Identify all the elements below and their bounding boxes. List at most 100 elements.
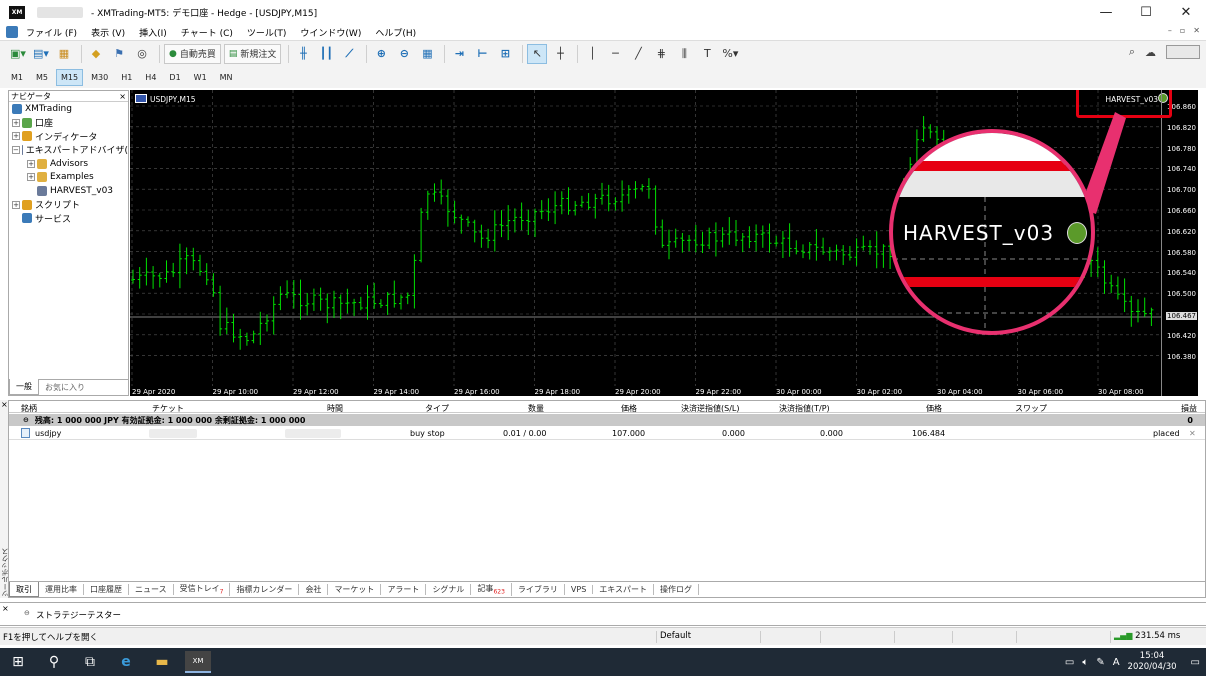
tester-close-button[interactable]: × [2, 604, 9, 613]
ime-indicator[interactable]: A [1113, 657, 1120, 668]
nav-item-examples[interactable]: + Examples [9, 170, 128, 184]
notification-icon[interactable]: ▭ [1191, 657, 1200, 668]
toolbox-tab[interactable]: 口座履歴 [84, 584, 129, 595]
toolbox-tab[interactable]: VPS [565, 585, 594, 594]
collapse-icon[interactable]: − [12, 145, 20, 154]
col-symbol[interactable]: 銘柄 [21, 403, 37, 414]
windows-start-icon[interactable]: ⊞ [0, 648, 36, 676]
menu-help[interactable]: ヘルプ(H) [375, 26, 416, 39]
fibonacci-icon[interactable]: ⋕ [651, 44, 671, 64]
vertical-line-icon[interactable]: │ [582, 44, 602, 64]
tf-h1[interactable]: H1 [116, 69, 137, 86]
maximize-button[interactable]: ☐ [1126, 0, 1166, 24]
bar-chart-icon[interactable]: ╫ [293, 44, 313, 64]
profiles-icon[interactable]: ▤▾ [31, 44, 51, 64]
tile-windows-icon[interactable]: ▦ [417, 44, 437, 64]
search-icon[interactable]: ⚲ [36, 648, 72, 676]
toolbox-tab[interactable]: 会社 [299, 584, 329, 595]
candlestick-icon[interactable]: ┃┃ [316, 44, 336, 64]
chat-icon[interactable]: ☁ [1145, 46, 1156, 59]
mdi-minimize-icon[interactable]: – [1168, 26, 1172, 35]
trend-line-icon[interactable]: ╱ [628, 44, 648, 64]
mdi-close-icon[interactable]: ✕ [1193, 26, 1200, 35]
pen-icon[interactable]: ✎ [1096, 657, 1104, 668]
order-close-icon[interactable]: ✕ [1189, 429, 1196, 438]
tf-mn[interactable]: MN [215, 69, 238, 86]
toolbox-tab[interactable]: 受信トレイ7 [174, 583, 231, 596]
menu-view[interactable]: 表示 (V) [91, 26, 125, 39]
indicators-icon[interactable]: ⊞ [495, 44, 515, 64]
shapes-menu-icon[interactable]: %▾ [720, 44, 740, 64]
horizontal-line-icon[interactable]: ─ [605, 44, 625, 64]
col-cur-price[interactable]: 価格 [926, 403, 942, 414]
toolbox-tab[interactable]: ニュース [129, 584, 174, 595]
col-price[interactable]: 価格 [621, 403, 637, 414]
zoom-in-icon[interactable]: ⊕ [371, 44, 391, 64]
menu-insert[interactable]: 挿入(I) [139, 26, 167, 39]
col-swap[interactable]: スワップ [1015, 403, 1047, 414]
expand-icon[interactable]: + [27, 159, 35, 168]
edge-browser-icon[interactable]: e [108, 648, 144, 676]
status-profile[interactable]: Default [656, 631, 760, 643]
col-sl[interactable]: 決済逆指値(S/L) [681, 403, 739, 414]
cursor-icon[interactable]: ↖ [527, 43, 548, 64]
nav-item-harvest[interactable]: HARVEST_v03 [9, 184, 128, 198]
tf-m30[interactable]: M30 [86, 69, 113, 86]
toolbox-tab[interactable]: マーケット [328, 584, 382, 595]
search-icon[interactable]: ⌕ [1129, 45, 1135, 59]
balance-collapse-icon[interactable]: ⊖ [23, 416, 29, 424]
toolbox-tab[interactable]: シグナル [426, 584, 472, 595]
file-explorer-icon[interactable]: ▬ [144, 648, 180, 676]
autoscroll-icon[interactable]: ⇥ [449, 44, 469, 64]
tf-d1[interactable]: D1 [164, 69, 185, 86]
navigator-icon[interactable]: ⚑ [109, 44, 129, 64]
toolbox-tab[interactable]: 操作ログ [654, 584, 700, 595]
text-icon[interactable]: T [697, 44, 717, 64]
tf-m5[interactable]: M5 [31, 69, 53, 86]
mdi-app-icon[interactable] [6, 26, 18, 38]
tf-m15[interactable]: M15 [56, 68, 84, 86]
auto-trading-button[interactable]: ● 自動売買 [164, 43, 221, 64]
tf-h4[interactable]: H4 [140, 69, 161, 86]
data-window-icon[interactable]: ◆ [86, 44, 106, 64]
zoom-out-icon[interactable]: ⊖ [394, 44, 414, 64]
fibo-fan-icon[interactable]: ⫼ [674, 44, 694, 64]
taskbar-clock[interactable]: 15:04 2020/04/30 [1128, 651, 1177, 673]
col-volume[interactable]: 数量 [528, 403, 544, 414]
network-icon[interactable]: ▭ [1065, 657, 1074, 668]
line-chart-icon[interactable]: ⟋ [339, 44, 359, 64]
nav-tab-general[interactable]: 一般 [9, 379, 39, 395]
chart-shift-icon[interactable]: ⊢ [472, 44, 492, 64]
nav-item-services[interactable]: サービス [9, 212, 128, 226]
menu-tools[interactable]: ツール(T) [247, 26, 287, 39]
task-view-icon[interactable]: ⧉ [72, 648, 108, 676]
col-profit[interactable]: 損益 [1181, 403, 1197, 414]
nav-item-expert-advisors[interactable]: − エキスパートアドバイザ( [9, 143, 128, 157]
toolbox-tab[interactable]: 記事623 [471, 583, 512, 596]
minimize-button[interactable]: — [1086, 0, 1126, 24]
col-ticket[interactable]: チケット [152, 403, 184, 414]
expand-icon[interactable]: + [12, 132, 20, 141]
nav-tab-favorites[interactable]: お気に入り [39, 380, 91, 395]
toolbox-tab[interactable]: エキスパート [593, 584, 655, 595]
menu-file[interactable]: ファイル (F) [26, 26, 77, 39]
tester-label[interactable]: ストラテジーテスター [36, 609, 121, 621]
volume-icon[interactable]: 🔈︎ [1082, 657, 1088, 668]
chart-window[interactable]: USDJPY,M15 HARVEST_v03 106.860 106.820 106… [130, 90, 1198, 396]
crosshair-icon[interactable]: ┼ [550, 44, 570, 64]
order-row[interactable]: usdjpy buy stop 0.01 / 0.00 107.000 0.00… [9, 427, 1205, 440]
expand-icon[interactable]: + [12, 118, 20, 127]
navigator-close-button[interactable]: × [119, 92, 126, 101]
nav-item-indicators[interactable]: + インディケータ [9, 129, 128, 143]
nav-item-xmtrading[interactable]: XMTrading [9, 102, 128, 116]
market-watch-icon[interactable]: ▦ [54, 44, 74, 64]
nav-item-accounts[interactable]: + 口座 [9, 116, 128, 130]
tf-m1[interactable]: M1 [6, 69, 28, 86]
col-tp[interactable]: 決済指値(T/P) [779, 403, 830, 414]
mdi-restore-icon[interactable]: ▫ [1180, 26, 1185, 35]
toolbox-tab[interactable]: 運用比率 [39, 584, 84, 595]
close-button[interactable]: ✕ [1166, 0, 1206, 24]
toolbox-close-button[interactable]: × [1, 400, 8, 409]
new-order-button[interactable]: ▤ 新規注文 [223, 43, 282, 64]
toolbox-tab[interactable]: 指標カレンダー [230, 584, 300, 595]
